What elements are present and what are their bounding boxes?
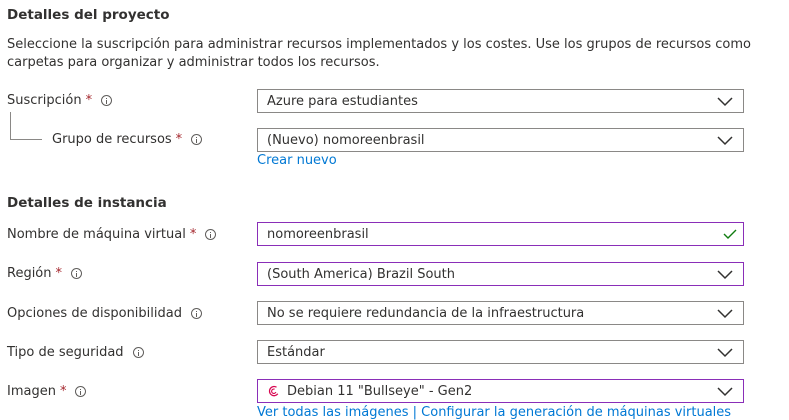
vm-name-input[interactable]: nomoreenbrasil xyxy=(257,222,744,246)
chevron-down-icon xyxy=(717,387,733,397)
vm-name-label-row: Nombre de máquina virtual * xyxy=(7,227,217,242)
project-details-heading: Detalles del proyecto xyxy=(7,7,170,23)
security-value: Estándar xyxy=(267,344,325,360)
resource-group-label-row: Grupo de recursos * xyxy=(52,132,203,147)
security-select[interactable]: Estándar xyxy=(257,340,744,364)
required-marker: * xyxy=(189,227,197,242)
resource-group-label: Grupo de recursos xyxy=(52,132,172,147)
chevron-down-icon xyxy=(717,309,733,319)
required-marker: * xyxy=(85,93,93,108)
image-label-row: Imagen * xyxy=(7,384,87,399)
vm-name-label: Nombre de máquina virtual xyxy=(7,227,186,242)
region-select[interactable]: (South America) Brazil South xyxy=(257,262,744,286)
subscription-select[interactable]: Azure para estudiantes xyxy=(257,89,744,113)
info-icon[interactable] xyxy=(101,95,113,106)
info-icon[interactable] xyxy=(71,268,83,279)
security-label: Tipo de seguridad xyxy=(7,345,124,360)
security-label-row: Tipo de seguridad xyxy=(7,345,144,360)
tree-connector-vertical xyxy=(10,112,11,140)
required-marker: * xyxy=(175,132,183,147)
availability-label: Opciones de disponibilidad xyxy=(7,306,182,321)
image-value: Debian 11 "Bullseye" - Gen2 xyxy=(287,383,473,399)
create-new-link[interactable]: Crear nuevo xyxy=(257,153,337,168)
info-icon[interactable] xyxy=(205,229,217,240)
info-icon[interactable] xyxy=(132,347,144,358)
tree-connector-horizontal xyxy=(10,139,42,140)
region-label-row: Región * xyxy=(7,266,83,281)
subscription-label: Suscripción xyxy=(7,93,82,108)
debian-icon xyxy=(268,385,279,397)
availability-value: No se requiere redundancia de la infraes… xyxy=(267,305,585,321)
info-icon[interactable] xyxy=(191,134,203,145)
project-details-description: Seleccione la suscripción para administr… xyxy=(7,37,751,70)
check-icon xyxy=(723,229,737,239)
chevron-down-icon xyxy=(717,136,733,146)
availability-label-row: Opciones de disponibilidad xyxy=(7,306,202,321)
availability-select[interactable]: No se requiere redundancia de la infraes… xyxy=(257,301,744,325)
chevron-down-icon xyxy=(717,348,733,358)
chevron-down-icon xyxy=(717,270,733,280)
instance-details-heading: Detalles de instancia xyxy=(7,195,167,211)
image-label: Imagen xyxy=(7,384,56,399)
subscription-value: Azure para estudiantes xyxy=(267,93,418,109)
chevron-down-icon xyxy=(717,97,733,107)
required-marker: * xyxy=(59,384,67,399)
region-label: Región xyxy=(7,266,52,281)
info-icon[interactable] xyxy=(75,386,87,397)
region-value: (South America) Brazil South xyxy=(267,266,456,282)
subscription-label-row: Suscripción * xyxy=(7,93,113,108)
resource-group-value: (Nuevo) nomoreenbrasil xyxy=(267,132,425,148)
required-marker: * xyxy=(55,266,63,281)
resource-group-select[interactable]: (Nuevo) nomoreenbrasil xyxy=(257,128,744,152)
info-icon[interactable] xyxy=(190,308,202,319)
vm-name-value: nomoreenbrasil xyxy=(267,226,369,242)
image-select[interactable]: Debian 11 "Bullseye" - Gen2 xyxy=(257,379,744,403)
